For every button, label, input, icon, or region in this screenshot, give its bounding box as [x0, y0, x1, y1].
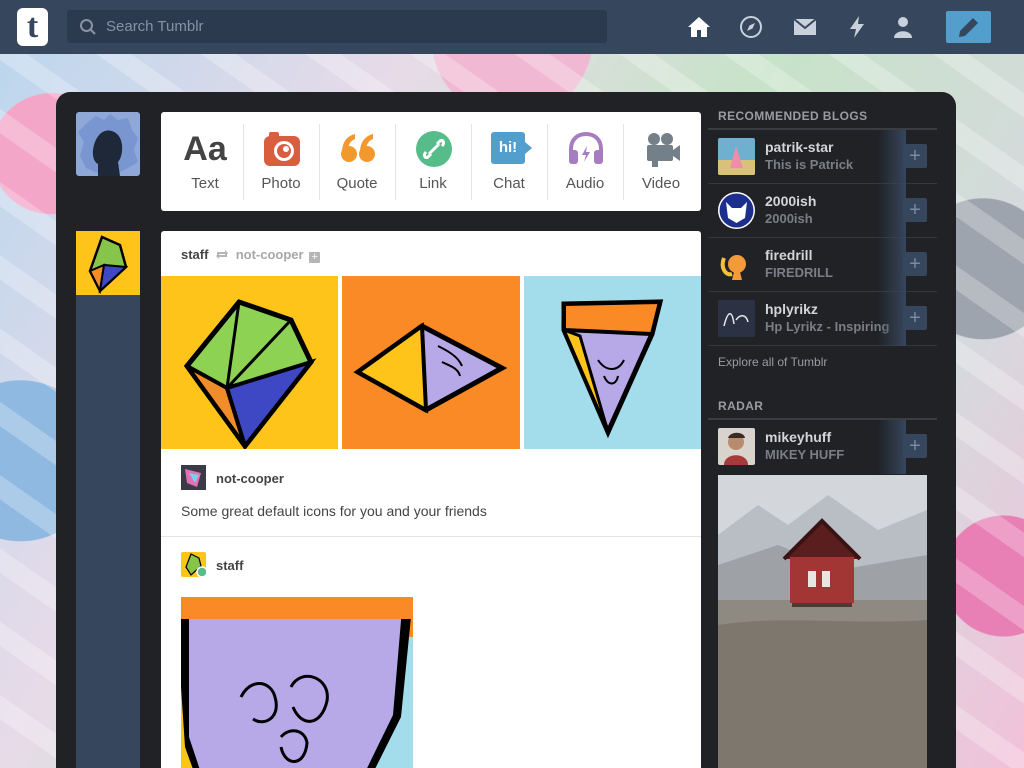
post-type-bar: Aa Text Photo Quote Link hi! Chat Audio … — [161, 112, 701, 211]
inbox-envelope-icon[interactable] — [793, 15, 817, 39]
blog-title: This is Patrick — [765, 157, 854, 172]
sidebar: RECOMMENDED BLOGS patrik-star This is Pa… — [708, 92, 938, 768]
post-type-label: Audio — [565, 175, 605, 192]
post-header: staff not-cooper + — [181, 247, 321, 263]
post-type-label: Link — [419, 175, 447, 192]
blog-name[interactable]: hplyrikz — [765, 301, 818, 317]
blog-title: Hp Lyrikz - Inspiring — [765, 319, 890, 334]
post-author-link[interactable]: staff — [181, 247, 208, 262]
account-person-icon[interactable] — [891, 15, 915, 39]
reblog-username-link[interactable]: staff — [216, 558, 243, 573]
text-icon: Aa — [183, 130, 227, 168]
reblog-text: Some great default icons for you and you… — [181, 503, 487, 519]
video-camera-icon — [647, 133, 680, 167]
photo-yellow[interactable] — [161, 276, 338, 451]
explore-compass-icon[interactable] — [739, 15, 763, 39]
radar-photo[interactable] — [718, 475, 927, 768]
top-navigation-bar: t Search Tumblr — [0, 0, 1024, 54]
reblogged-from-link[interactable]: not-cooper — [236, 247, 304, 262]
post-video-button[interactable]: Video — [623, 112, 699, 211]
photo-blue[interactable] — [524, 276, 701, 449]
camera-icon — [264, 132, 300, 166]
blog-name[interactable]: firedrill — [765, 247, 812, 263]
post-type-label: Chat — [493, 175, 525, 192]
search-icon — [80, 19, 96, 35]
blog-title: MIKEY HUFF — [765, 447, 845, 462]
follow-plus-icon[interactable]: + — [309, 252, 321, 263]
blog-title: 2000ish — [765, 211, 813, 226]
post-chat-button[interactable]: hi! Chat — [471, 112, 547, 211]
chat-icon: hi! — [491, 132, 532, 164]
follow-plus-button[interactable]: + — [903, 252, 927, 276]
reblog-icon — [216, 250, 229, 259]
post-image[interactable] — [181, 597, 413, 768]
post-type-label: Video — [641, 175, 681, 192]
post-type-label: Photo — [261, 175, 301, 192]
activity-lightning-icon[interactable] — [845, 15, 869, 39]
search-input[interactable]: Search Tumblr — [106, 18, 204, 35]
follow-plus-button[interactable]: + — [903, 306, 927, 330]
blog-title: FIREDRILL — [765, 265, 833, 280]
photoset — [161, 276, 701, 451]
explore-all-link[interactable]: Explore all of Tumblr — [718, 355, 827, 369]
recommended-blog-item[interactable]: firedrill FIREDRILL + — [708, 238, 937, 292]
tumblr-logo[interactable]: t — [17, 8, 48, 46]
post-type-label: Quote — [336, 175, 378, 192]
blog-avatar[interactable] — [718, 300, 755, 337]
blog-avatar[interactable] — [718, 192, 755, 229]
link-icon — [416, 131, 452, 167]
post-avatar-rail — [76, 231, 140, 768]
home-icon[interactable] — [687, 15, 711, 39]
blog-avatar[interactable] — [718, 138, 755, 175]
recommended-blog-item[interactable]: hplyrikz Hp Lyrikz - Inspiring + — [708, 292, 937, 346]
recommended-blog-item[interactable]: patrik-star This is Patrick + — [708, 130, 937, 184]
blog-name[interactable]: 2000ish — [765, 193, 816, 209]
search-bar[interactable]: Search Tumblr — [67, 10, 607, 43]
blog-name[interactable]: patrik-star — [765, 139, 833, 155]
dashboard-post: staff not-cooper + not-cooper Some great… — [161, 231, 701, 768]
follow-plus-button[interactable]: + — [903, 198, 927, 222]
pencil-icon — [959, 18, 978, 37]
follow-plus-button[interactable]: + — [903, 144, 927, 168]
follow-plus-button[interactable]: + — [903, 434, 927, 458]
post-audio-button[interactable]: Audio — [547, 112, 623, 211]
radar-avatar[interactable] — [718, 428, 755, 465]
reblog-username-link[interactable]: not-cooper — [216, 471, 284, 486]
compose-post-button[interactable] — [946, 11, 991, 43]
recommended-blogs-title: RECOMMENDED BLOGS — [718, 109, 868, 123]
radar-blog-item[interactable]: mikeyhuff MIKEY HUFF + — [708, 420, 937, 474]
post-quote-button[interactable]: Quote — [319, 112, 395, 211]
headphones-icon — [569, 131, 603, 164]
staff-avatar[interactable] — [76, 231, 140, 295]
blog-name[interactable]: mikeyhuff — [765, 429, 831, 445]
post-type-label: Text — [191, 175, 219, 192]
my-avatar[interactable] — [76, 112, 140, 176]
radar-title: RADAR — [718, 399, 764, 413]
recommended-blog-item[interactable]: 2000ish 2000ish + — [708, 184, 937, 238]
photo-orange[interactable] — [342, 276, 520, 449]
staff-mini-avatar[interactable] — [181, 552, 208, 578]
not-cooper-avatar[interactable] — [181, 465, 206, 490]
blog-avatar[interactable] — [718, 246, 755, 283]
reblog-entry: not-cooper — [161, 449, 701, 537]
post-photo-button[interactable]: Photo — [243, 112, 319, 211]
quote-icon — [341, 134, 375, 162]
post-link-button[interactable]: Link — [395, 112, 471, 211]
post-text-button[interactable]: Aa Text — [167, 112, 243, 211]
